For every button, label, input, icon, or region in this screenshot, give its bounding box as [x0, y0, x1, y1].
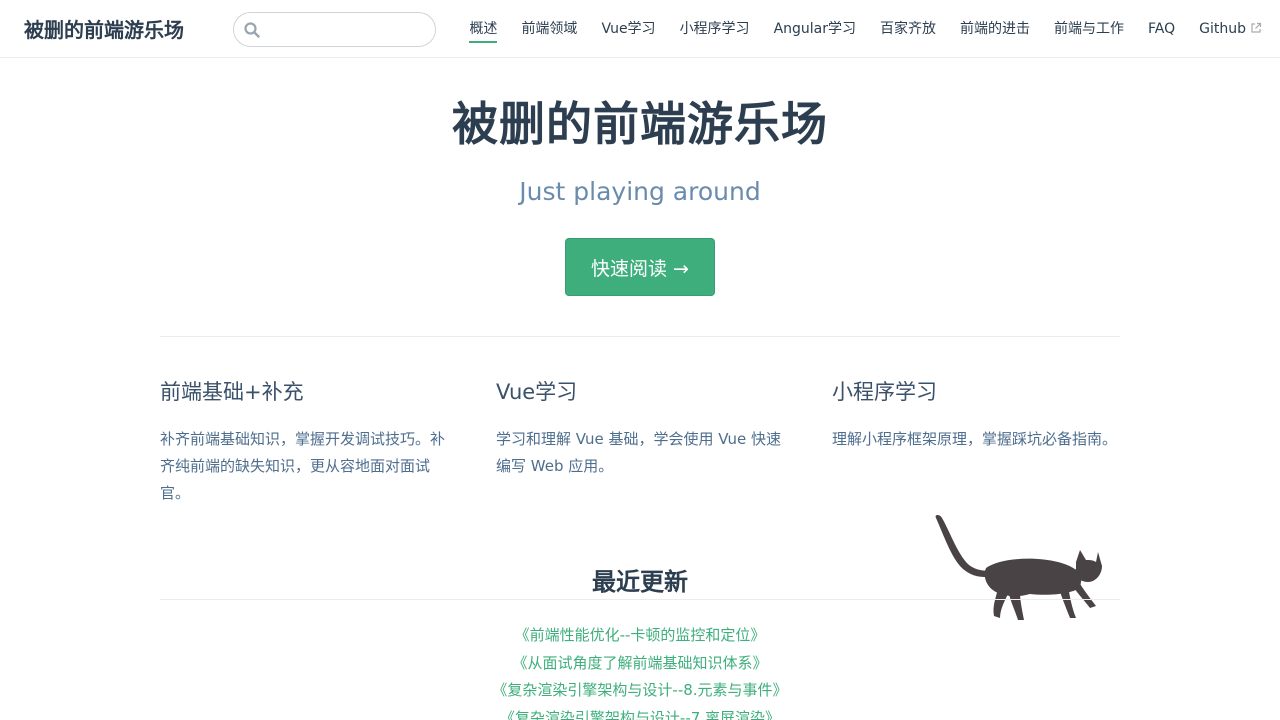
feature-vue: Vue学习 学习和理解 Vue 基础，学会使用 Vue 快速编写 Web 应用。 [496, 376, 792, 480]
search-box[interactable] [233, 12, 436, 47]
hero-description: Just playing around [519, 177, 761, 206]
feature-frontend: 前端基础+补充 补齐前端基础知识，掌握开发调试技巧。补齐纯前端的缺失知识，更从容… [160, 376, 456, 507]
hero-divider [160, 336, 1120, 337]
site-name[interactable]: 被删的前端游乐场 [24, 14, 184, 43]
nav-links: 概述 前端领域 Vue学习 小程序学习 Angular学习 百家齐放 前端的进击… [445, 0, 1262, 58]
nav-item-baijia[interactable]: 百家齐放 [880, 18, 936, 40]
feature-title: Vue学习 [496, 380, 578, 404]
update-link[interactable]: 《复杂渲染引擎架构与设计--7.离屏渲染》 [0, 705, 1280, 720]
search-icon [244, 22, 260, 38]
feature-title: 前端基础+补充 [160, 380, 304, 404]
recent-updates-title: 最近更新 [592, 568, 688, 596]
nav-item-github[interactable]: Github [1199, 18, 1262, 40]
nav-item-github-label: Github [1199, 21, 1246, 37]
feature-details: 学习和理解 Vue 基础，学会使用 Vue 快速编写 Web 应用。 [496, 430, 782, 475]
nav-item-work[interactable]: 前端与工作 [1054, 18, 1124, 40]
nav-item-frontend-field[interactable]: 前端领域 [521, 18, 577, 40]
update-link[interactable]: 《从面试角度了解前端基础知识体系》 [0, 650, 1280, 678]
feature-title: 小程序学习 [832, 380, 937, 404]
search-input[interactable] [264, 19, 424, 41]
update-link[interactable]: 《复杂渲染引擎架构与设计--8.元素与事件》 [0, 677, 1280, 705]
nav-item-overview[interactable]: 概述 [469, 18, 498, 43]
external-link-icon [1251, 22, 1262, 33]
nav-item-angular[interactable]: Angular学习 [774, 18, 856, 40]
navbar: 被删的前端游乐场 概述 前端领域 Vue学习 小程序学习 Angular学习 百… [0, 0, 1280, 58]
nav-item-faq[interactable]: FAQ [1148, 18, 1175, 40]
update-link[interactable]: 《前端性能优化--卡顿的监控和定位》 [0, 622, 1280, 650]
feature-details: 理解小程序框架原理，掌握踩坑必备指南。 [832, 430, 1118, 448]
recent-divider [160, 599, 1120, 600]
nav-item-advance[interactable]: 前端的进击 [960, 18, 1030, 40]
nav-item-miniprogram[interactable]: 小程序学习 [680, 18, 750, 40]
feature-details: 补齐前端基础知识，掌握开发调试技巧。补齐纯前端的缺失知识，更从容地面对面试官。 [160, 430, 446, 502]
hero-title: 被删的前端游乐场 [452, 97, 828, 151]
nav-item-vue[interactable]: Vue学习 [601, 18, 655, 40]
quick-read-button[interactable]: 快速阅读 → [565, 238, 715, 296]
feature-miniprogram: 小程序学习 理解小程序框架原理，掌握踩坑必备指南。 [832, 376, 1128, 453]
recent-updates-list: 《前端性能优化--卡顿的监控和定位》 《从面试角度了解前端基础知识体系》 《复杂… [0, 622, 1280, 720]
